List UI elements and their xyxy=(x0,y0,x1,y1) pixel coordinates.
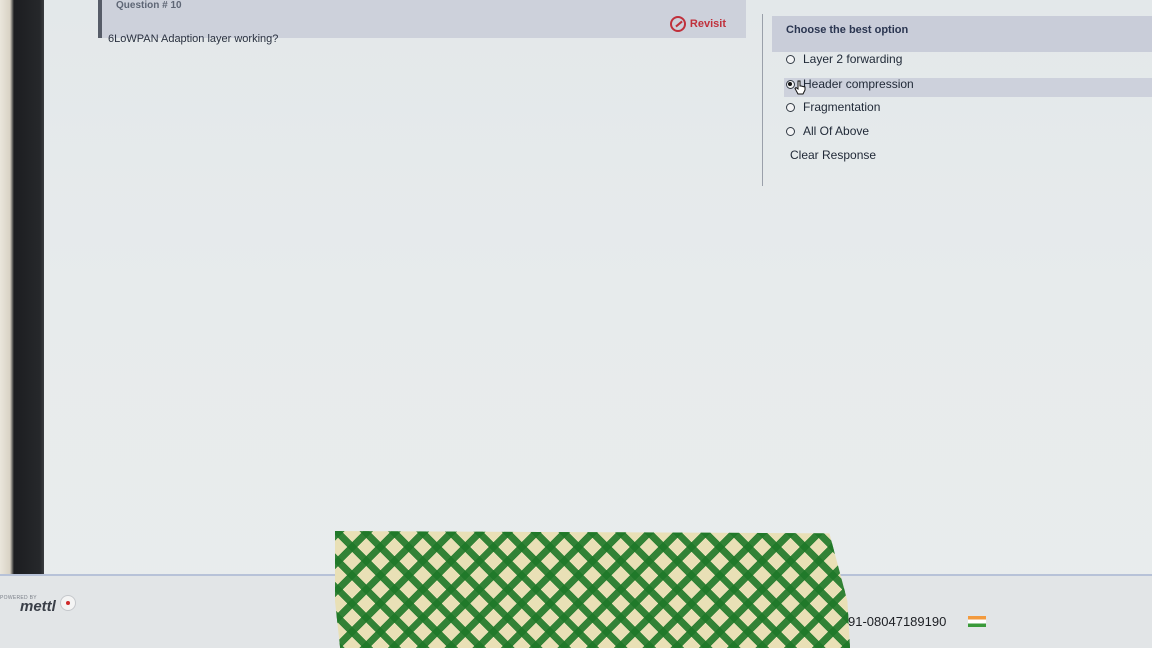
option-label: Header compression xyxy=(803,77,914,91)
revisit-label: Revisit xyxy=(689,18,726,30)
option-label: All Of Above xyxy=(803,124,870,138)
mettl-logo: mettl xyxy=(20,598,56,615)
hand-cursor-icon xyxy=(794,80,806,95)
masking-tape-overlay xyxy=(335,531,850,648)
options-title: Choose the best option xyxy=(786,24,909,36)
revisit-button[interactable]: Revisit xyxy=(669,16,726,32)
radio-button[interactable] xyxy=(786,54,795,64)
question-text: 6LoWPAN Adaption layer working? xyxy=(108,33,279,45)
screen-bezel xyxy=(0,0,44,648)
option-layer-2-forwarding[interactable]: Layer 2 forwarding xyxy=(786,52,902,66)
revisit-icon xyxy=(669,16,686,32)
panel-divider xyxy=(762,14,763,186)
clear-response-link[interactable]: Clear Response xyxy=(790,148,876,162)
option-label: Layer 2 forwarding xyxy=(803,52,903,66)
radio-button[interactable] xyxy=(786,126,795,136)
question-number: Question # 10 xyxy=(116,0,182,11)
radio-button[interactable] xyxy=(786,102,795,112)
recording-indicator-icon xyxy=(60,595,76,611)
option-fragmentation[interactable]: Fragmentation xyxy=(786,100,880,114)
india-flag-icon xyxy=(968,616,986,627)
option-label: Fragmentation xyxy=(803,100,881,114)
options-header: Choose the best option xyxy=(772,16,1152,52)
support-phone: 91-08047189190 xyxy=(848,614,947,629)
option-all-of-above[interactable]: All Of Above xyxy=(786,124,869,138)
